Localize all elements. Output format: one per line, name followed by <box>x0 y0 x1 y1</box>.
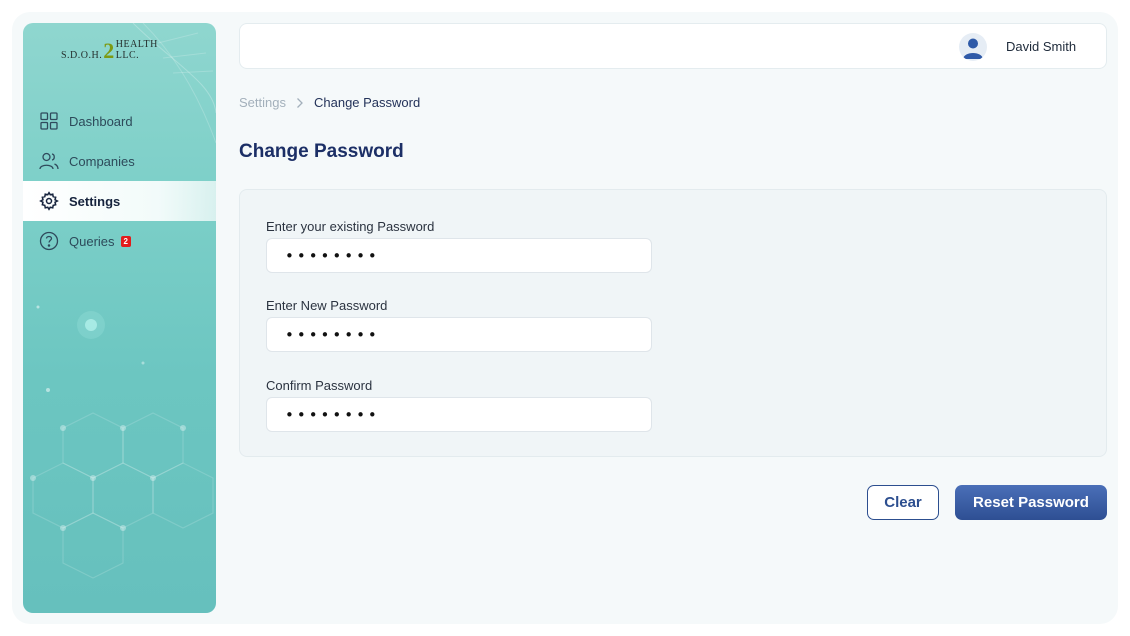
sidebar-nav: Dashboard Companies Settings Queries 2 <box>23 101 216 261</box>
user-avatar-icon[interactable] <box>959 33 987 61</box>
sidebar-item-label: Dashboard <box>69 113 133 129</box>
sidebar-item-label: Queries <box>69 233 115 249</box>
new-password-label: Enter New Password <box>266 298 388 313</box>
existing-password-field[interactable] <box>266 238 652 273</box>
queries-count-badge: 2 <box>120 235 131 247</box>
sidebar-item-label: Companies <box>69 153 135 169</box>
help-circle-icon <box>39 231 59 251</box>
logo-suffix: HEALTH LLC. <box>115 39 158 61</box>
page-title: Change Password <box>239 141 404 162</box>
sidebar-item-queries[interactable]: Queries 2 <box>23 221 216 261</box>
sidebar-item-dashboard[interactable]: Dashboard <box>23 101 216 141</box>
breadcrumb: Settings Change Password <box>239 95 420 110</box>
confirm-password-field[interactable] <box>266 397 652 432</box>
top-header: David Smith <box>239 23 1107 69</box>
sidebar-item-settings[interactable]: Settings <box>23 181 216 221</box>
breadcrumb-current: Change Password <box>313 95 421 110</box>
sidebar-item-companies[interactable]: Companies <box>23 141 216 181</box>
users-icon <box>39 151 59 171</box>
logo-number: 2 <box>103 38 115 63</box>
user-name[interactable]: David Smith <box>1006 39 1076 54</box>
clear-button[interactable]: Clear <box>867 485 939 520</box>
dashboard-grid-icon <box>39 111 59 131</box>
sidebar: S.D.O.H. 2 HEALTH LLC. Dashboard Compani… <box>23 23 216 613</box>
logo-prefix: S.D.O.H. <box>61 50 103 61</box>
existing-password-label: Enter your existing Password <box>266 219 435 234</box>
brand-logo: S.D.O.H. 2 HEALTH LLC. <box>61 35 181 63</box>
sidebar-item-label: Settings <box>69 193 121 209</box>
change-password-form: Enter your existing Password Enter New P… <box>239 189 1107 457</box>
gear-icon <box>39 191 59 211</box>
new-password-field[interactable] <box>266 317 652 352</box>
reset-password-button[interactable]: Reset Password <box>955 485 1107 520</box>
confirm-password-label: Confirm Password <box>266 378 373 393</box>
chevron-right-icon <box>296 97 304 109</box>
breadcrumb-settings-link[interactable]: Settings <box>239 95 286 110</box>
